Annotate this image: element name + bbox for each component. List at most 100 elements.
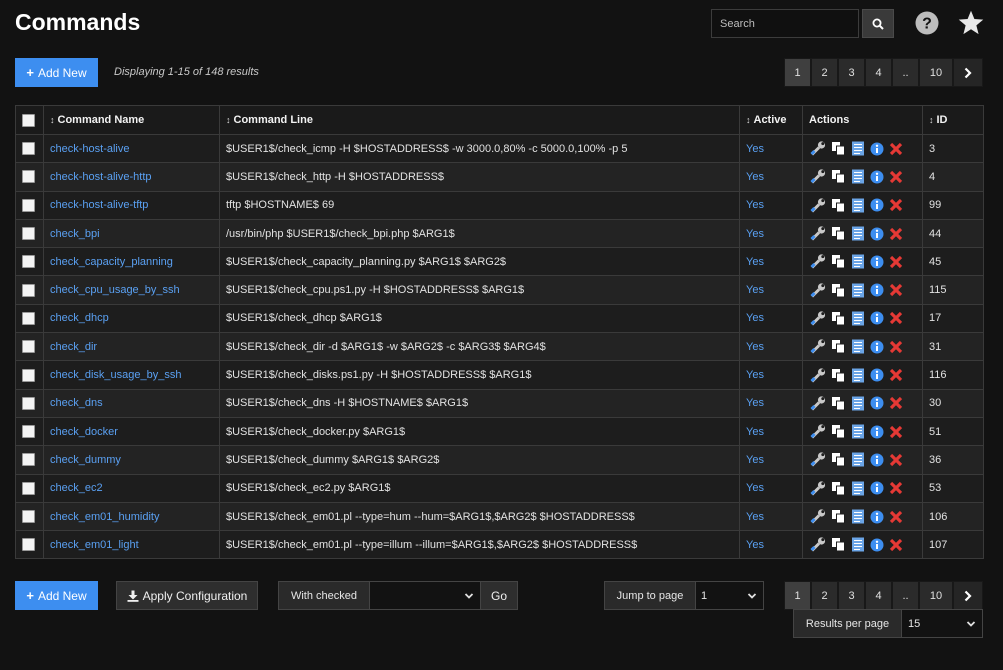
wrench-icon[interactable]	[809, 141, 826, 156]
row-checkbox[interactable]	[22, 340, 35, 354]
column-header-id[interactable]: ↕ ID	[922, 105, 984, 135]
page-button[interactable]: 2	[811, 581, 838, 610]
command-name-link[interactable]: check_dummy	[50, 454, 121, 466]
page-button[interactable]: 3	[838, 58, 865, 87]
info-icon[interactable]	[870, 255, 884, 269]
row-checkbox[interactable]	[22, 198, 35, 212]
active-toggle-link[interactable]: Yes	[746, 228, 764, 240]
row-checkbox[interactable]	[22, 255, 35, 269]
command-name-link[interactable]: check_dns	[50, 397, 103, 409]
document-icon[interactable]	[851, 226, 865, 241]
active-toggle-link[interactable]: Yes	[746, 341, 764, 353]
delete-icon[interactable]	[889, 340, 903, 354]
delete-icon[interactable]	[889, 142, 903, 156]
document-icon[interactable]	[851, 339, 865, 354]
wrench-icon[interactable]	[809, 367, 826, 383]
copy-icon[interactable]	[831, 198, 846, 213]
document-icon[interactable]	[851, 452, 865, 467]
info-icon[interactable]	[870, 368, 884, 382]
document-icon[interactable]	[851, 396, 865, 411]
active-toggle-link[interactable]: Yes	[746, 284, 764, 296]
command-name-link[interactable]: check_em01_humidity	[50, 511, 159, 523]
copy-icon[interactable]	[831, 424, 846, 439]
command-name-link[interactable]: check_ec2	[50, 482, 103, 494]
info-icon[interactable]	[870, 227, 884, 241]
delete-icon[interactable]	[889, 510, 903, 524]
column-header-line[interactable]: ↕ Command Line	[219, 105, 740, 135]
document-icon[interactable]	[851, 424, 865, 439]
add-new-button-bottom[interactable]: + Add New	[15, 581, 98, 610]
command-name-link[interactable]: check-host-alive	[50, 143, 129, 155]
active-toggle-link[interactable]: Yes	[746, 312, 764, 324]
copy-icon[interactable]	[831, 311, 846, 326]
document-icon[interactable]	[851, 537, 865, 552]
wrench-icon[interactable]	[809, 254, 826, 269]
copy-icon[interactable]	[831, 537, 846, 552]
command-name-link[interactable]: check_cpu_usage_by_ssh	[50, 284, 180, 296]
column-header-active[interactable]: ↕ Active	[739, 105, 803, 135]
info-icon[interactable]	[870, 340, 884, 354]
command-name-link[interactable]: check_bpi	[50, 228, 100, 240]
copy-icon[interactable]	[831, 339, 846, 354]
active-toggle-link[interactable]: Yes	[746, 454, 764, 466]
info-icon[interactable]	[870, 311, 884, 325]
help-icon[interactable]: ?	[915, 11, 939, 35]
delete-icon[interactable]	[889, 396, 903, 410]
copy-icon[interactable]	[831, 169, 846, 184]
document-icon[interactable]	[851, 254, 865, 269]
row-checkbox[interactable]	[22, 453, 35, 467]
wrench-icon[interactable]	[809, 481, 826, 496]
active-toggle-link[interactable]: Yes	[746, 539, 764, 551]
row-checkbox[interactable]	[22, 170, 35, 184]
star-icon[interactable]	[957, 9, 985, 37]
command-name-link[interactable]: check_dhcp	[50, 312, 109, 324]
command-name-link[interactable]: check-host-alive-http	[50, 171, 152, 183]
page-button[interactable]: 1	[784, 581, 811, 610]
document-icon[interactable]	[851, 169, 865, 184]
copy-icon[interactable]	[831, 141, 846, 156]
column-header-name[interactable]: ↕ Command Name	[43, 105, 220, 135]
wrench-icon[interactable]	[809, 226, 826, 241]
command-name-link[interactable]: check_disk_usage_by_ssh	[50, 369, 181, 381]
page-button[interactable]: 1	[784, 58, 811, 87]
search-button[interactable]	[862, 9, 894, 38]
delete-icon[interactable]	[889, 425, 903, 439]
command-name-link[interactable]: check_capacity_planning	[50, 256, 173, 268]
delete-icon[interactable]	[889, 255, 903, 269]
search-input[interactable]	[711, 9, 859, 38]
select-all-checkbox[interactable]	[22, 113, 35, 127]
delete-icon[interactable]	[889, 368, 903, 382]
wrench-icon[interactable]	[809, 396, 826, 411]
row-checkbox[interactable]	[22, 368, 35, 382]
next-page-button[interactable]	[953, 58, 983, 87]
delete-icon[interactable]	[889, 227, 903, 241]
page-button[interactable]: 4	[865, 581, 892, 610]
copy-icon[interactable]	[831, 396, 846, 411]
apply-configuration-button[interactable]: Apply Configuration	[116, 581, 258, 610]
active-toggle-link[interactable]: Yes	[746, 426, 764, 438]
info-icon[interactable]	[870, 142, 884, 156]
document-icon[interactable]	[851, 198, 865, 213]
command-name-link[interactable]: check_docker	[50, 426, 118, 438]
page-button[interactable]: 4	[865, 58, 892, 87]
document-icon[interactable]	[851, 481, 865, 496]
wrench-icon[interactable]	[809, 537, 826, 552]
row-checkbox[interactable]	[22, 425, 35, 439]
document-icon[interactable]	[851, 311, 865, 326]
wrench-icon[interactable]	[809, 283, 826, 298]
command-name-link[interactable]: check-host-alive-tftp	[50, 199, 148, 211]
wrench-icon[interactable]	[809, 452, 826, 467]
row-checkbox[interactable]	[22, 481, 35, 495]
jump-to-page-select[interactable]: 1	[695, 581, 764, 610]
info-icon[interactable]	[870, 396, 884, 410]
info-icon[interactable]	[870, 481, 884, 495]
active-toggle-link[interactable]: Yes	[746, 171, 764, 183]
wrench-icon[interactable]	[809, 509, 826, 524]
command-name-link[interactable]: check_em01_light	[50, 539, 139, 551]
wrench-icon[interactable]	[809, 424, 826, 439]
copy-icon[interactable]	[831, 481, 846, 496]
delete-icon[interactable]	[889, 198, 903, 212]
next-page-button[interactable]	[953, 581, 983, 610]
row-checkbox[interactable]	[22, 538, 35, 552]
document-icon[interactable]	[851, 509, 865, 524]
